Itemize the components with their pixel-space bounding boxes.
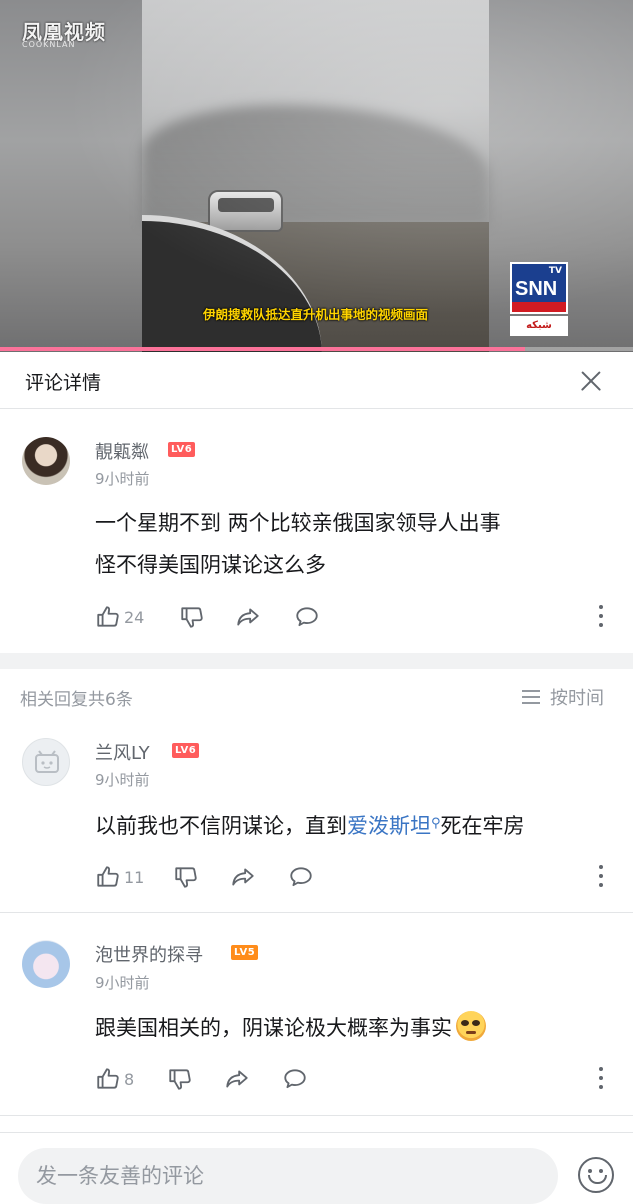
comment-text-after: 死在牢房 (440, 814, 525, 838)
tv-mascot-icon (35, 750, 59, 773)
search-icon[interactable]: ⚲ (431, 816, 441, 831)
close-icon[interactable] (574, 364, 608, 398)
channel-logo: TV SNN (510, 262, 568, 314)
comment-text-line2: 怪不得美国阴谋论这么多 (95, 553, 326, 577)
sort-label: 按时间 (550, 688, 604, 709)
thumbs-up-icon (97, 866, 119, 887)
comment-icon (290, 867, 312, 887)
video-player[interactable]: 凤凰视频 COOKNLAN 伊朗搜救队抵达直升机出事地的视频画面 TV SNN … (0, 0, 633, 352)
like-button[interactable]: 8 (95, 1064, 134, 1094)
comment-icon (296, 607, 318, 627)
comment-text-before: 以前我也不信阴谋论，直到 (95, 814, 347, 838)
channel-logo-text: SNN (515, 278, 558, 300)
comment-actions: 8 (95, 1064, 615, 1094)
thumbs-up-icon (97, 606, 119, 627)
level-badge: LV5 (231, 945, 259, 960)
avatar[interactable] (22, 940, 70, 988)
level-badge: LV6 (172, 743, 200, 758)
thumbs-down-icon (175, 867, 197, 888)
channel-logo-tv: TV (548, 266, 562, 276)
sort-button[interactable]: 按时间 (522, 684, 604, 710)
like-button[interactable]: 11 (95, 862, 144, 892)
video-caption: 伊朗搜救队抵达直升机出事地的视频画面 (203, 307, 429, 322)
share-button[interactable] (224, 1064, 250, 1094)
sort-icon (522, 690, 540, 704)
share-icon (226, 1070, 248, 1088)
reply-button[interactable] (288, 862, 314, 892)
comment-input[interactable] (18, 1148, 558, 1204)
dislike-button[interactable] (167, 1064, 193, 1094)
replies-count: 相关回复共6条 (20, 690, 133, 710)
avatar[interactable] (22, 437, 70, 485)
more-vertical-icon[interactable] (598, 865, 604, 889)
comment-text: 以前我也不信阴谋论，直到爱泼斯坦⚲死在牢房 (95, 803, 525, 847)
video-progress-fill (0, 347, 526, 351)
thumbs-down-icon (181, 607, 203, 628)
dislike-button[interactable] (173, 862, 199, 892)
comment-text: 跟美国相关的，阴谋论极大概率为事实 (95, 1007, 486, 1049)
comment-actions: 24 (95, 602, 615, 632)
more-vertical-icon[interactable] (598, 1067, 604, 1091)
comment-text-line1: 一个星期不到 两个比较亲俄国家领导人出事 (95, 511, 501, 535)
comment-actions: 11 (95, 862, 615, 892)
thumbs-up-icon (97, 1068, 119, 1089)
share-icon (237, 608, 259, 626)
timestamp: 9小时前 (95, 974, 150, 992)
like-count: 24 (124, 607, 145, 627)
emoji-icon (456, 1011, 486, 1041)
like-count: 11 (124, 867, 145, 887)
username[interactable]: 靚甈粼 (95, 438, 149, 464)
reply-divider (0, 912, 633, 913)
share-button[interactable] (235, 602, 261, 632)
timestamp: 9小时前 (95, 771, 150, 789)
share-button[interactable] (230, 862, 256, 892)
channel-logo-stripe (512, 302, 566, 312)
dislike-button[interactable] (179, 602, 205, 632)
username[interactable]: 兰风LY (95, 739, 150, 765)
comment-input-bar (0, 1132, 633, 1204)
avatar[interactable] (22, 738, 70, 786)
username[interactable]: 泡世界的探寻 (95, 941, 203, 967)
search-link[interactable]: 爱泼斯坦 (347, 814, 431, 838)
reply-button[interactable] (282, 1064, 308, 1094)
comment-detail-header: 评论详情 (0, 352, 633, 409)
reply-button[interactable] (294, 602, 320, 632)
like-button[interactable]: 24 (95, 602, 144, 632)
level-badge: LV6 (168, 442, 196, 457)
comment-icon (284, 1069, 306, 1089)
video-watermark-sub: COOKNLAN (22, 40, 76, 49)
comment-text-body: 跟美国相关的，阴谋论极大概率为事实 (95, 1016, 452, 1040)
like-count: 8 (124, 1069, 135, 1089)
timestamp: 9小时前 (95, 470, 150, 488)
channel-logo-sub: شبکه (510, 316, 568, 336)
page-title: 评论详情 (25, 372, 102, 394)
thumbs-down-icon (169, 1069, 191, 1090)
section-divider (0, 653, 633, 669)
more-vertical-icon[interactable] (598, 605, 604, 629)
emoji-icon[interactable] (578, 1157, 614, 1193)
share-icon (232, 868, 254, 886)
video-progress-bar[interactable] (0, 347, 633, 351)
reply-divider (0, 1115, 633, 1116)
